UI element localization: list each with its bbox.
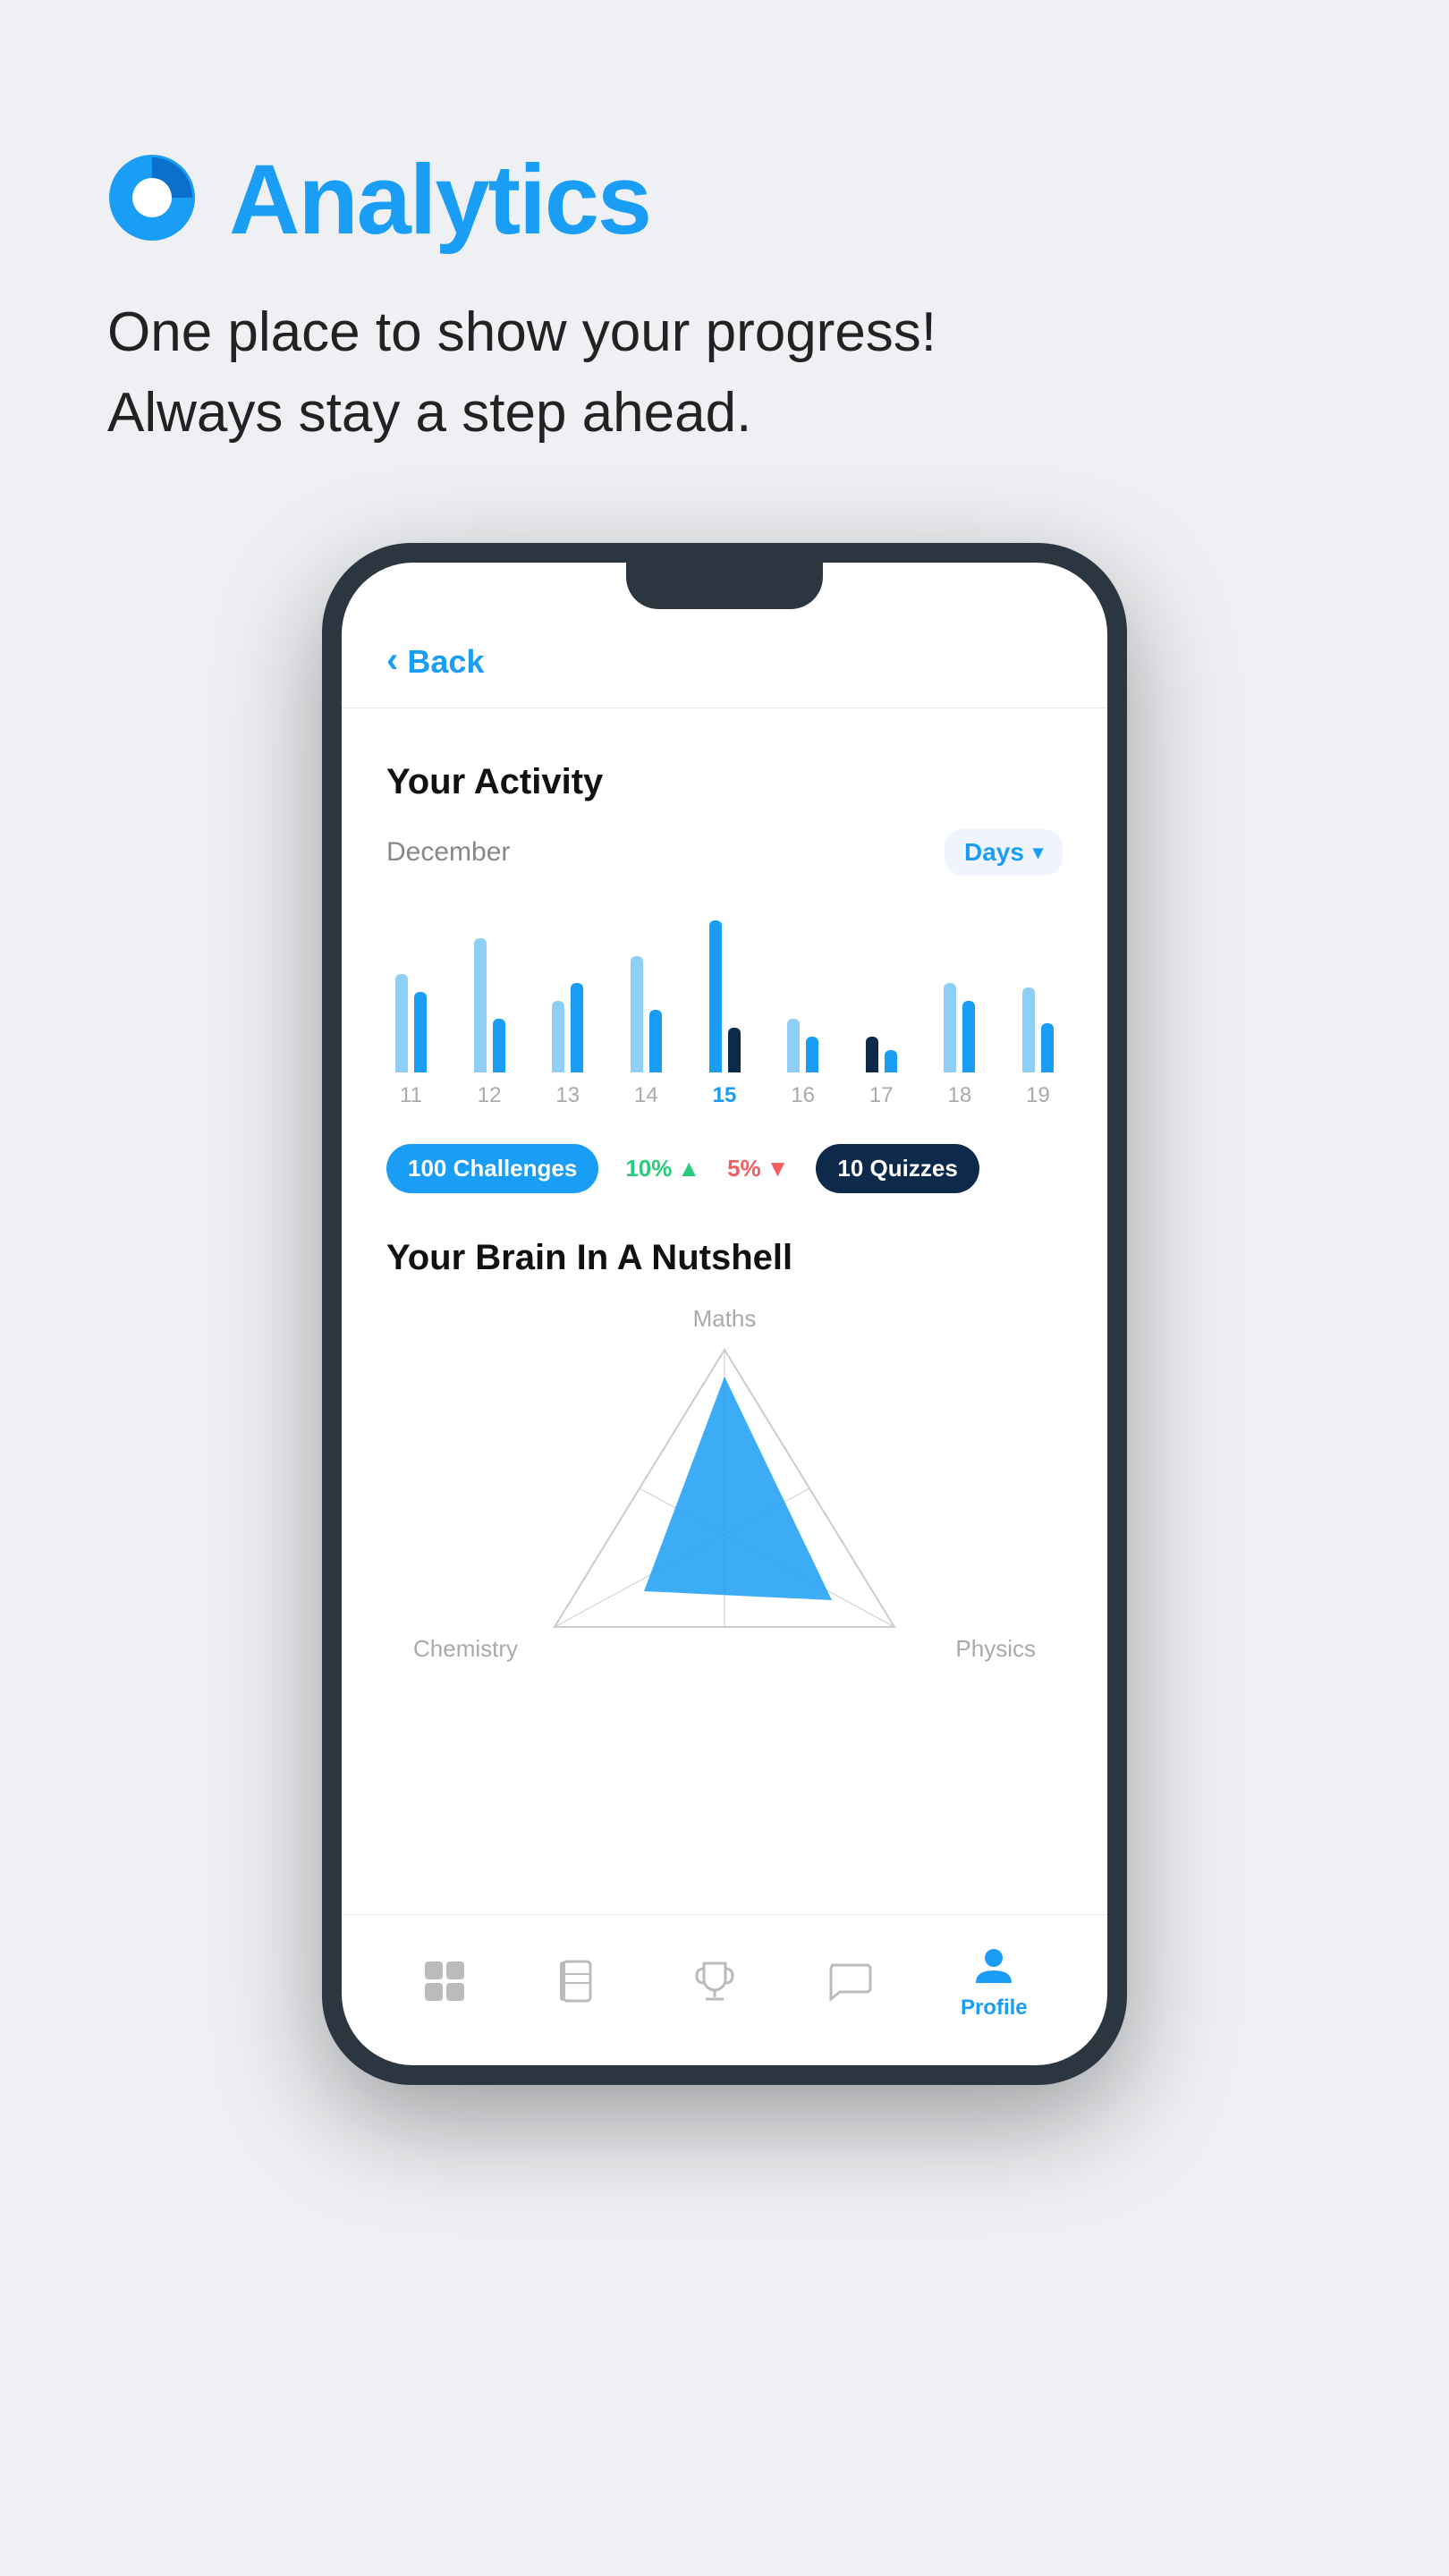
bar-label-15: 15 [713, 1083, 737, 1108]
brain-chart-svg [528, 1323, 921, 1663]
bar-pair-13 [552, 902, 583, 1072]
days-dropdown[interactable]: Days ▾ [945, 829, 1063, 876]
bar-14-light [631, 956, 643, 1072]
dropdown-arrow-icon: ▾ [1033, 841, 1043, 864]
subtitle: One place to show your progress! Always … [107, 292, 936, 453]
bar-16-light [787, 1019, 800, 1072]
back-button[interactable]: ‹ Back [342, 625, 1107, 708]
bar-group-14: 14 [631, 902, 662, 1108]
bar-pair-16 [787, 902, 818, 1072]
bar-15-main [709, 920, 722, 1072]
trophy-icon [691, 1958, 738, 2004]
bar-17-light [866, 1037, 878, 1072]
challenges-badge: 100 Challenges [386, 1144, 598, 1193]
bar-15-dark [728, 1028, 741, 1072]
stat-change-up: 10% ▲ [625, 1155, 700, 1182]
bar-group-12: 12 [474, 902, 505, 1108]
back-label: Back [407, 643, 484, 681]
brain-title: Your Brain In A Nutshell [386, 1238, 1063, 1278]
bar-label-11: 11 [400, 1083, 422, 1108]
bar-18-light [944, 983, 956, 1072]
bar-16-dark [806, 1037, 818, 1072]
bar-13-light [552, 1001, 564, 1072]
book-icon [556, 1958, 603, 2004]
activity-section: Your Activity December Days ▾ [342, 735, 1107, 1126]
bar-group-18: 18 [944, 902, 975, 1108]
phone-container: ‹ Back Your Activity December Days ▾ [107, 543, 1342, 2085]
page-wrapper: Analytics One place to show your progres… [0, 0, 1449, 2576]
stats-row: 100 Challenges 10% ▲ 5% ▼ 10 Quizzes [342, 1126, 1107, 1229]
phone-outer: ‹ Back Your Activity December Days ▾ [322, 543, 1127, 2085]
month-row: December Days ▾ [386, 829, 1063, 876]
quizzes-badge: 10 Quizzes [816, 1144, 979, 1193]
bar-pair-11 [395, 902, 427, 1072]
bar-12-light [474, 938, 487, 1072]
brain-chart: Maths Chemistry Physics [386, 1305, 1063, 1681]
bar-14-dark [649, 1010, 662, 1072]
bar-group-16: 16 [787, 902, 818, 1108]
bar-17-dark [885, 1050, 897, 1072]
challenges-label: 100 Challenges [408, 1155, 577, 1182]
bottom-nav: Profile [342, 1914, 1107, 2065]
profile-nav-label: Profile [961, 1996, 1028, 2021]
brain-label-chemistry: Chemistry [413, 1635, 518, 1663]
phone-screen: ‹ Back Your Activity December Days ▾ [342, 563, 1107, 2065]
phone-notch [626, 563, 823, 609]
nav-item-book[interactable] [556, 1958, 603, 2004]
arrow-down-icon: ▼ [767, 1155, 790, 1182]
bar-pair-17 [866, 902, 897, 1072]
bar-chart: 11 12 [386, 902, 1063, 1108]
bar-label-18: 18 [948, 1083, 972, 1108]
brain-section: Your Brain In A Nutshell Maths Chemistry… [342, 1229, 1107, 1707]
bar-group-19: 19 [1022, 902, 1054, 1108]
bar-label-17: 17 [869, 1083, 894, 1108]
profile-icon [970, 1942, 1017, 1988]
month-label: December [386, 837, 510, 868]
bar-group-13: 13 [552, 902, 583, 1108]
days-label: Days [964, 838, 1024, 867]
header-section: Analytics [107, 143, 650, 257]
brain-label-physics: Physics [955, 1635, 1036, 1663]
analytics-icon [107, 153, 197, 247]
bar-pair-14 [631, 902, 662, 1072]
home-icon [421, 1958, 468, 2004]
bar-pair-15 [709, 902, 741, 1072]
bar-label-14: 14 [634, 1083, 658, 1108]
bar-pair-12 [474, 902, 505, 1072]
bar-group-15: 15 [709, 902, 741, 1108]
nav-item-chat[interactable] [826, 1958, 872, 2004]
quizzes-label: 10 Quizzes [837, 1155, 957, 1182]
back-chevron-icon: ‹ [386, 640, 398, 681]
bar-19-light [1022, 987, 1035, 1072]
bar-18-dark [962, 1001, 975, 1072]
stat-change-down: 5% ▼ [727, 1155, 789, 1182]
bar-pair-19 [1022, 902, 1054, 1072]
bar-12-dark [493, 1019, 505, 1072]
arrow-up-icon: ▲ [677, 1155, 700, 1182]
bar-label-13: 13 [555, 1083, 580, 1108]
bar-11-dark [414, 992, 427, 1072]
bar-label-16: 16 [791, 1083, 815, 1108]
nav-item-profile[interactable]: Profile [961, 1942, 1028, 2021]
bar-label-19: 19 [1026, 1083, 1050, 1108]
page-title: Analytics [229, 143, 650, 257]
nav-item-home[interactable] [421, 1958, 468, 2004]
bar-group-11: 11 [395, 902, 427, 1108]
chat-icon [826, 1958, 872, 2004]
bar-13-dark [571, 983, 583, 1072]
activity-title: Your Activity [386, 762, 1063, 802]
nav-item-trophy[interactable] [691, 1958, 738, 2004]
bar-19-dark [1041, 1023, 1054, 1072]
bar-11-light [395, 974, 408, 1072]
bar-group-17: 17 [866, 902, 897, 1108]
bar-label-12: 12 [478, 1083, 502, 1108]
bar-pair-18 [944, 902, 975, 1072]
screen-content: ‹ Back Your Activity December Days ▾ [342, 563, 1107, 2065]
brain-label-maths: Maths [693, 1305, 757, 1333]
